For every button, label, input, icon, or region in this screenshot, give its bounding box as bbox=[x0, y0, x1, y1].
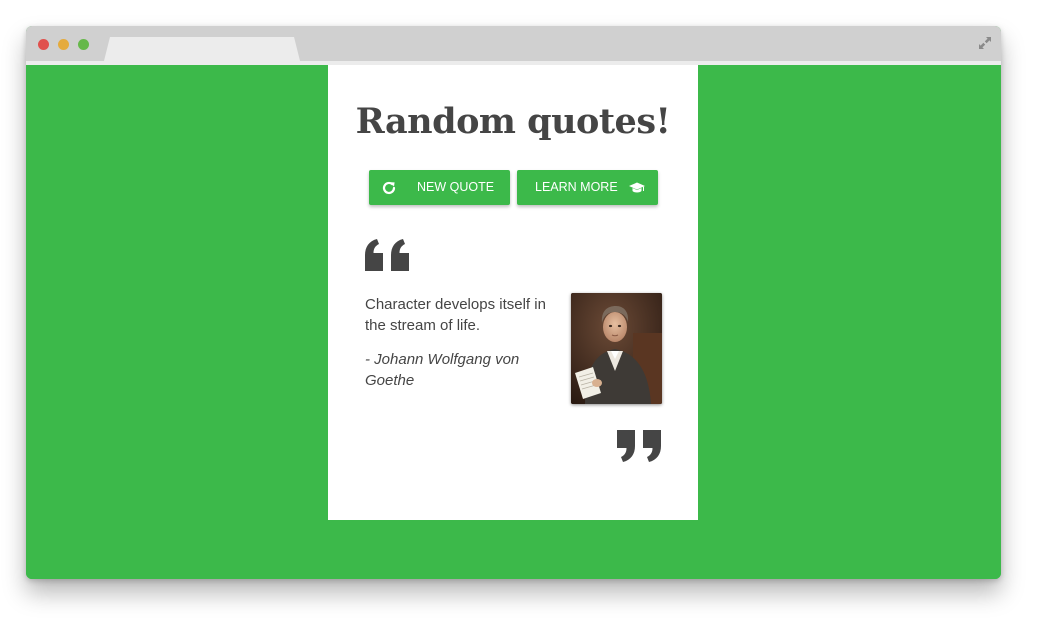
maximize-window-button[interactable] bbox=[78, 39, 89, 50]
quote-card: Random quotes! NEW QUOTE LEARN MORE Char… bbox=[328, 65, 698, 520]
close-quote-icon bbox=[617, 430, 661, 462]
quote-text: Character develops itself in the stream … bbox=[365, 296, 546, 334]
page-title: Random quotes! bbox=[355, 101, 671, 142]
close-window-button[interactable] bbox=[38, 39, 49, 50]
browser-titlebar bbox=[26, 26, 1001, 61]
new-quote-label: NEW QUOTE bbox=[417, 180, 495, 194]
page-viewport: Random quotes! NEW QUOTE LEARN MORE Char… bbox=[26, 65, 1001, 579]
browser-tab[interactable] bbox=[104, 37, 300, 61]
learn-more-label: LEARN MORE bbox=[535, 180, 618, 194]
expand-arrows-icon[interactable] bbox=[977, 35, 993, 51]
learn-more-button[interactable]: LEARN MORE bbox=[517, 170, 658, 205]
author-portrait bbox=[571, 293, 662, 404]
new-quote-button[interactable]: NEW QUOTE bbox=[369, 170, 510, 205]
open-quote-icon bbox=[365, 239, 409, 271]
minimize-window-button[interactable] bbox=[58, 39, 69, 50]
graduation-cap-icon bbox=[629, 182, 645, 193]
quote-author: - Johann Wolfgang von Goethe bbox=[365, 351, 520, 389]
refresh-icon bbox=[382, 181, 396, 195]
browser-window: Random quotes! NEW QUOTE LEARN MORE Char… bbox=[26, 26, 1001, 579]
